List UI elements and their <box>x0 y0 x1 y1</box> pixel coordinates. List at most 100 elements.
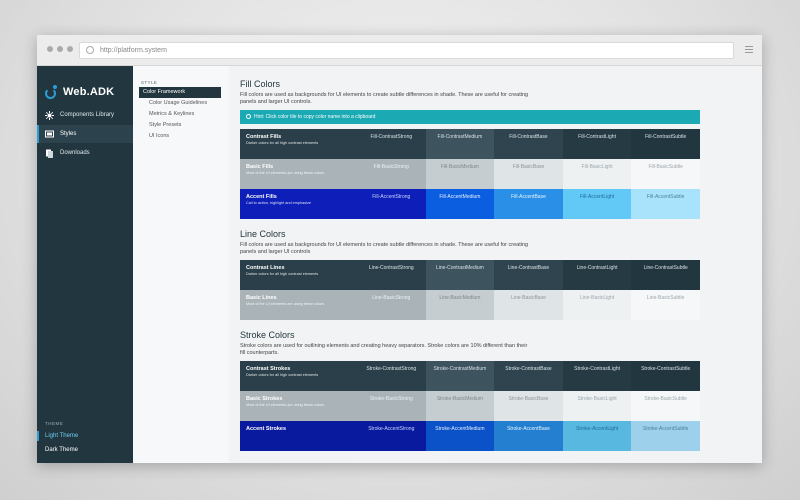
nav-item-components-library[interactable]: Components Library <box>37 106 133 124</box>
nav-item-styles[interactable]: Styles <box>37 125 133 143</box>
swatch-row-name: Contrast Lines <box>246 265 285 271</box>
browser-window: http://platform.system Web.ADK Component… <box>37 35 762 463</box>
app-logo[interactable]: Web.ADK <box>37 66 133 106</box>
swatch-row: Contrast Fills Darker colors for all high… <box>240 129 700 159</box>
window-dot-icon[interactable] <box>47 46 53 52</box>
styles-icon <box>45 130 54 139</box>
color-tile[interactable]: Fill-AccentLight <box>562 189 632 219</box>
color-tile[interactable]: Fill-AccentStrong <box>357 189 426 219</box>
swatch-row: Basic Strokes Most of the UI elements are… <box>240 391 700 421</box>
swatch-row-label: Basic Fills Most of the UI elements are u… <box>240 159 357 189</box>
line-colorsdescription: Fill colors are used as backgrounds for … <box>240 242 529 255</box>
subnav-item-color-framework[interactable]: Color Framework <box>139 87 221 98</box>
color-tile[interactable]: Fill-BasicBase <box>494 159 563 189</box>
color-tile[interactable]: Stroke-AccentStrong <box>357 421 426 451</box>
color-tile[interactable]: Stroke-AccentSubtle <box>631 421 700 451</box>
main-sidebar: Web.ADK Components Library Styles Download… <box>37 66 133 463</box>
color-tile[interactable]: Fill-ContrastStrong <box>357 129 426 159</box>
color-tile[interactable]: Fill-BasicMedium <box>425 159 495 189</box>
color-tile[interactable]: Stroke-ContrastSubtle <box>631 361 700 391</box>
swatch-row: Accent Strokes Stroke-AccentStrong Stroke-… <box>240 421 700 451</box>
color-tile[interactable]: Stroke-ContrastBase <box>494 361 563 391</box>
color-tile[interactable]: Stroke-AccentBase <box>494 421 563 451</box>
app-body: Web.ADK Components Library Styles Download… <box>37 66 762 463</box>
swatch-row-label: Contrast Fills Darker colors for all high… <box>240 129 357 159</box>
swatch-row-label: Basic Lines Most of the UI elements are u… <box>240 290 357 320</box>
color-tile[interactable]: Line-BasicSubtle <box>631 290 700 320</box>
components-icon <box>45 110 54 120</box>
swatch-row-name: Contrast Strokes <box>246 366 291 372</box>
color-tile[interactable]: Fill-ContrastBase <box>494 129 563 159</box>
swatch-row: Basic Lines Most of the UI elements are u… <box>240 290 700 320</box>
swatch-row-label: Accent Strokes <box>240 421 357 451</box>
swatch-row: Contrast Lines Darker colors for all high… <box>240 260 700 290</box>
color-tile[interactable]: Fill-BasicStrong <box>357 159 426 189</box>
color-tile[interactable]: Stroke-AccentMedium <box>425 421 495 451</box>
swatch-row-description: Darker colors for all high contrast elem… <box>246 272 319 276</box>
subnav-item-style-presets[interactable]: Style Presets <box>139 120 221 131</box>
color-tile[interactable]: Stroke-BasicLight <box>562 391 632 421</box>
info-icon <box>246 114 251 119</box>
color-tile[interactable]: Stroke-BasicBase <box>494 391 563 421</box>
color-tile[interactable]: Fill-ContrastLight <box>562 129 632 159</box>
swatch-row-name: Basic Fills <box>246 164 274 170</box>
fill-colorstitle: Fill Colors <box>240 79 281 89</box>
swatch-row-description: Most of the UI elements are using these … <box>246 302 325 306</box>
color-tile[interactable]: Line-ContrastSubtle <box>631 260 700 290</box>
swatch-row: Contrast Strokes Darker colors for all hi… <box>240 361 700 391</box>
color-tile[interactable]: Line-ContrastLight <box>562 260 632 290</box>
color-tile[interactable]: Stroke-ContrastStrong <box>357 361 426 391</box>
color-tile[interactable]: Stroke-BasicSubtle <box>631 391 700 421</box>
color-tile[interactable]: Line-BasicBase <box>494 290 563 320</box>
address-bar[interactable]: http://platform.system <box>79 42 734 59</box>
color-tile[interactable]: Stroke-BasicStrong <box>357 391 426 421</box>
color-tile[interactable]: Stroke-ContrastLight <box>562 361 632 391</box>
color-tile[interactable]: Fill-AccentBase <box>494 189 563 219</box>
subnav-item-metrics-keylines[interactable]: Metrics & Keylines <box>139 109 221 120</box>
browser-toolbar: http://platform.system <box>37 35 762 66</box>
color-tile[interactable]: Line-BasicLight <box>562 290 632 320</box>
color-tile[interactable]: Line-BasicMedium <box>425 290 495 320</box>
subnav-heading: STYLE <box>141 80 158 85</box>
nav-item-downloads[interactable]: Downloads <box>37 144 133 162</box>
main-content: Fill Colors Fill colors are used as backg… <box>229 66 762 463</box>
color-tile[interactable]: Fill-ContrastMedium <box>425 129 495 159</box>
window-dot-icon[interactable] <box>67 46 73 52</box>
color-tile[interactable]: Line-BasicStrong <box>357 290 426 320</box>
color-tile[interactable]: Line-ContrastBase <box>494 260 563 290</box>
color-tile[interactable]: Line-ContrastMedium <box>425 260 495 290</box>
swatch-row-description: Most of the UI elements are using these … <box>246 171 325 175</box>
subnav-item-ui-icons[interactable]: UI Icons <box>139 131 221 142</box>
swatch-row-name: Accent Strokes <box>246 426 287 432</box>
window-controls[interactable] <box>47 46 73 52</box>
color-tile[interactable]: Stroke-ContrastMedium <box>425 361 495 391</box>
color-tile[interactable]: Stroke-BasicMedium <box>425 391 495 421</box>
theme-option-light-theme[interactable]: Light Theme <box>37 429 133 443</box>
logo-icon <box>45 85 57 99</box>
fill-colorsswatch-grid: Contrast Fills Darker colors for all high… <box>240 129 700 219</box>
hint-banner: Hint: Click color tile to copy color nam… <box>240 110 700 124</box>
address-text: http://platform.system <box>100 47 167 54</box>
swatch-row-name: Basic Lines <box>246 295 277 301</box>
subnav-item-color-usage-guidelines[interactable]: Color Usage Guidelines <box>139 98 221 109</box>
swatch-row-description: Darker colors for all high contrast elem… <box>246 373 319 377</box>
reload-icon[interactable] <box>86 46 94 54</box>
theme-switcher: THEME Light Theme Dark Theme <box>37 421 133 457</box>
swatch-row-label: Contrast Lines Darker colors for all high… <box>240 260 357 290</box>
color-tile[interactable]: Fill-ContrastSubtle <box>631 129 700 159</box>
color-tile[interactable]: Line-ContrastStrong <box>357 260 426 290</box>
swatch-row: Accent Fills Call to action, highlight an… <box>240 189 700 219</box>
swatch-row: Basic Fills Most of the UI elements are u… <box>240 159 700 189</box>
window-dot-icon[interactable] <box>57 46 63 52</box>
color-tile[interactable]: Fill-AccentSubtle <box>631 189 700 219</box>
stroke-colorsswatch-grid: Contrast Strokes Darker colors for all hi… <box>240 361 700 451</box>
app-name: Web.ADK <box>63 86 115 98</box>
fill-colorsdescription: Fill colors are used as backgrounds for … <box>240 92 529 105</box>
color-tile[interactable]: Fill-BasicLight <box>562 159 632 189</box>
swatch-row-name: Accent Fills <box>246 194 277 200</box>
color-tile[interactable]: Stroke-AccentLight <box>562 421 632 451</box>
hamburger-menu-icon[interactable] <box>745 46 753 55</box>
theme-option-dark-theme[interactable]: Dark Theme <box>37 443 133 457</box>
color-tile[interactable]: Fill-BasicSubtle <box>631 159 700 189</box>
color-tile[interactable]: Fill-AccentMedium <box>425 189 495 219</box>
